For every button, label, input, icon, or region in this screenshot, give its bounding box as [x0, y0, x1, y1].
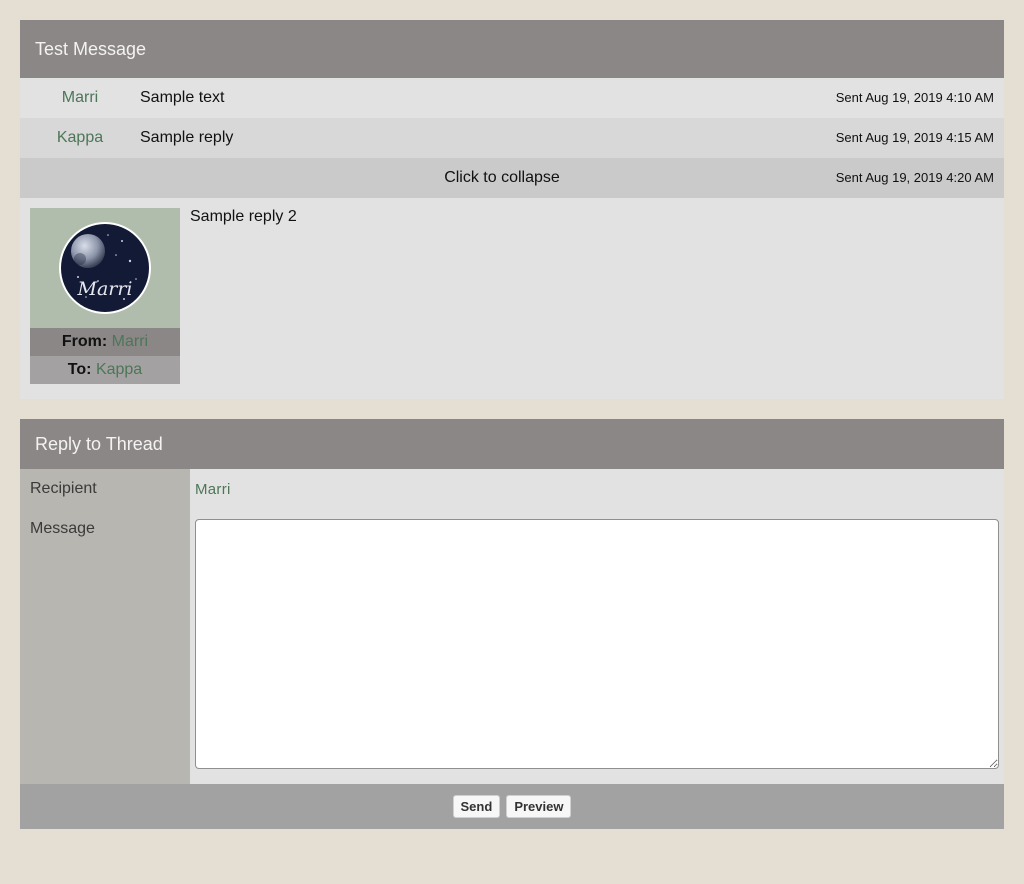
reply-panel: Reply to Thread Recipient Message Marri …	[20, 419, 1004, 829]
message-textarea[interactable]	[195, 519, 999, 769]
from-user-link[interactable]: Marri	[112, 333, 148, 350]
message-sent-date: Sent Aug 19, 2019 4:20 AM	[835, 170, 994, 185]
thread-title: Test Message	[20, 20, 1004, 78]
avatar: Marri	[59, 222, 151, 314]
message-preview: Sample text	[140, 89, 225, 106]
to-row: To: Kappa	[30, 356, 180, 384]
message-sender-link[interactable]: Kappa	[20, 118, 140, 158]
avatar-container: Marri	[30, 208, 180, 328]
sender-profile-card: Marri From: Marri To: Kappa	[30, 208, 180, 384]
from-row: From: Marri	[30, 328, 180, 356]
thread-panel: Test Message Marri Sample text Sent Aug …	[20, 20, 1004, 399]
reply-title: Reply to Thread	[20, 419, 1004, 469]
send-button[interactable]: Send	[452, 795, 501, 818]
message-label: Message	[30, 520, 95, 537]
message-row[interactable]: Kappa Sample reply Sent Aug 19, 2019 4:1…	[20, 118, 1004, 158]
message-preview: Sample reply	[140, 129, 234, 146]
message-sent-date: Sent Aug 19, 2019 4:10 AM	[835, 90, 994, 105]
message-row[interactable]: Marri Sample text Sent Aug 19, 2019 4:10…	[20, 78, 1004, 118]
message-sent-date: Sent Aug 19, 2019 4:15 AM	[835, 130, 994, 145]
message-sender-link[interactable]: Marri	[20, 78, 140, 118]
form-footer: Send Preview	[20, 784, 1004, 829]
to-label: To:	[67, 361, 92, 378]
message-body: Sample reply 2	[190, 208, 297, 225]
recipient-label: Recipient	[30, 480, 97, 497]
form-label-column: Recipient Message	[20, 469, 190, 784]
reply-form: Recipient Message Marri	[20, 469, 1004, 784]
avatar-signature: Marri	[76, 278, 132, 300]
preview-button[interactable]: Preview	[506, 795, 572, 818]
expanded-message: Marri From: Marri To: Kappa Sample reply…	[20, 198, 1004, 399]
from-label: From:	[61, 333, 108, 350]
to-user-link[interactable]: Kappa	[96, 361, 142, 378]
recipient-value: Marri	[195, 481, 231, 498]
collapse-message-row[interactable]: Click to collapse Sent Aug 19, 2019 4:20…	[20, 158, 1004, 198]
